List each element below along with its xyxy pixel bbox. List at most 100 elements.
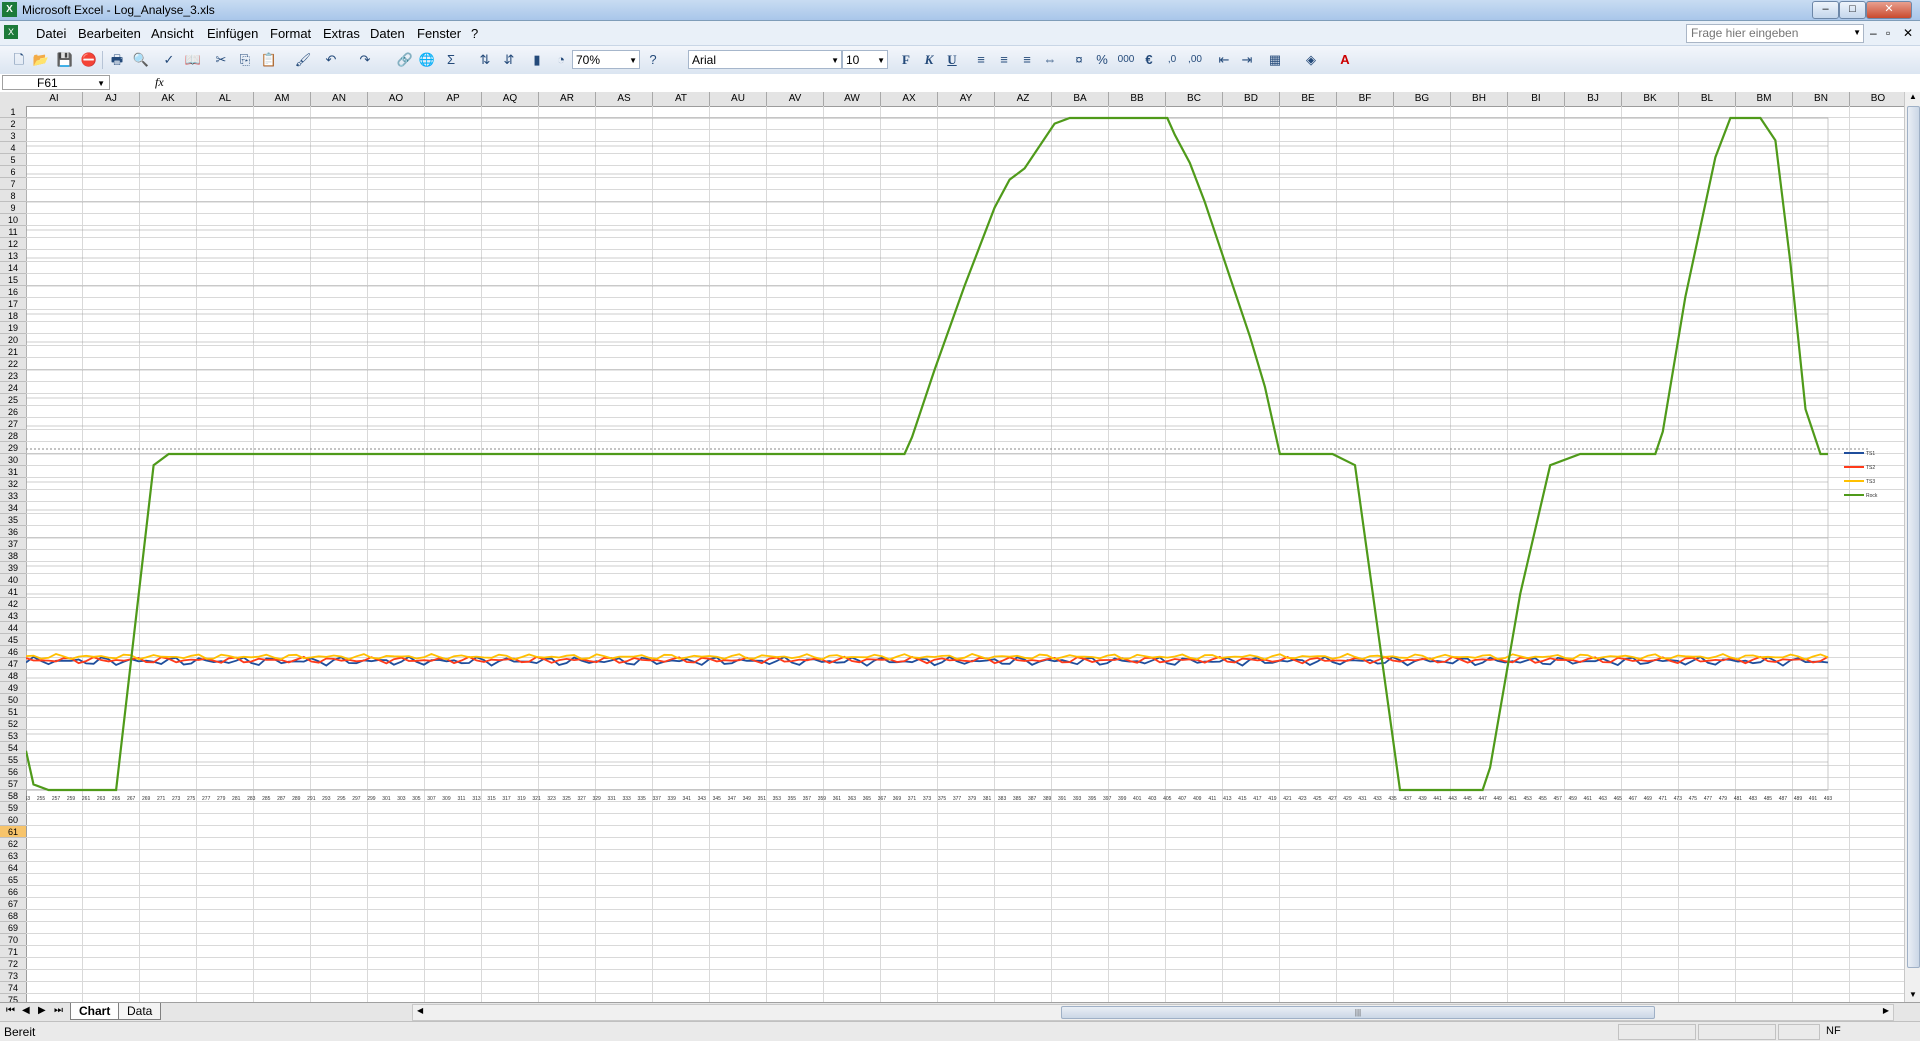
increase-indent-icon[interactable]: ⇥ <box>1238 51 1256 69</box>
scroll-down-icon[interactable]: ▼ <box>1909 990 1917 999</box>
row-header[interactable]: 73 <box>0 970 26 982</box>
scroll-up-icon[interactable]: ▲ <box>1909 92 1917 101</box>
cell-grid[interactable]: 253 255 257 259 261 263 265 267 269 271 273 275 277 2… <box>26 106 1904 1002</box>
row-header[interactable]: 33 <box>0 490 26 502</box>
vertical-scroll-thumb[interactable] <box>1907 106 1920 968</box>
row-header[interactable]: 39 <box>0 562 26 574</box>
row-header[interactable]: 45 <box>0 634 26 646</box>
row-header[interactable]: 74 <box>0 982 26 994</box>
row-header[interactable]: 63 <box>0 850 26 862</box>
row-header[interactable]: 59 <box>0 802 26 814</box>
column-header[interactable]: AS <box>596 92 653 106</box>
doc-minimize-button[interactable]: – <box>1870 26 1877 40</box>
column-header[interactable]: BA <box>1052 92 1109 106</box>
print-icon[interactable]: 🖶 <box>108 51 126 69</box>
menu-bearbeiten[interactable]: Bearbeiten <box>78 26 141 41</box>
row-header[interactable]: 35 <box>0 514 26 526</box>
row-header[interactable]: 4 <box>0 142 26 154</box>
row-header[interactable]: 6 <box>0 166 26 178</box>
row-header[interactable]: 7 <box>0 178 26 190</box>
row-header[interactable]: 3 <box>0 130 26 142</box>
row-header[interactable]: 50 <box>0 694 26 706</box>
row-header[interactable]: 32 <box>0 478 26 490</box>
chevron-down-icon[interactable]: ▼ <box>629 51 637 70</box>
column-header[interactable]: AJ <box>83 92 140 106</box>
column-header[interactable]: BB <box>1109 92 1166 106</box>
first-sheet-icon[interactable]: ⏮ <box>6 1005 15 1016</box>
column-header[interactable]: AU <box>710 92 767 106</box>
row-header[interactable]: 56 <box>0 766 26 778</box>
column-header[interactable]: AL <box>197 92 254 106</box>
row-header[interactable]: 52 <box>0 718 26 730</box>
row-header[interactable]: 1 <box>0 106 26 118</box>
align-center-icon[interactable]: ≡ <box>995 51 1013 69</box>
row-header[interactable]: 64 <box>0 862 26 874</box>
cut-icon[interactable]: ✂ <box>212 51 230 69</box>
row-header[interactable]: 26 <box>0 406 26 418</box>
print-preview-icon[interactable]: 🔍 <box>132 51 150 69</box>
help-icon[interactable]: ? <box>644 51 662 69</box>
row-header[interactable]: 67 <box>0 898 26 910</box>
row-header[interactable]: 12 <box>0 238 26 250</box>
row-header[interactable]: 55 <box>0 754 26 766</box>
row-header[interactable]: 24 <box>0 382 26 394</box>
column-header[interactable]: AI <box>26 92 83 106</box>
row-header[interactable]: 23 <box>0 370 26 382</box>
row-header[interactable]: 22 <box>0 358 26 370</box>
row-header[interactable]: 51 <box>0 706 26 718</box>
row-header[interactable]: 14 <box>0 262 26 274</box>
row-header[interactable]: 72 <box>0 958 26 970</box>
row-header[interactable]: 46 <box>0 646 26 658</box>
row-header[interactable]: 10 <box>0 214 26 226</box>
menu-help[interactable]: ? <box>471 26 478 41</box>
column-header[interactable]: AV <box>767 92 824 106</box>
row-header[interactable]: 58 <box>0 790 26 802</box>
chevron-down-icon[interactable]: ▼ <box>1853 28 1861 37</box>
row-header[interactable]: 20 <box>0 334 26 346</box>
row-header[interactable]: 57 <box>0 778 26 790</box>
decrease-decimal-icon[interactable]: ,00 <box>1186 51 1204 69</box>
name-box[interactable]: F61 ▼ <box>2 75 110 90</box>
thousands-button[interactable]: 000 <box>1117 51 1135 69</box>
next-sheet-icon[interactable]: ▶ <box>38 1005 46 1016</box>
row-header[interactable]: 40 <box>0 574 26 586</box>
underline-button[interactable]: U <box>943 51 961 69</box>
scroll-left-icon[interactable]: ◀ <box>417 1006 423 1015</box>
row-header[interactable]: 44 <box>0 622 26 634</box>
permission-icon[interactable]: ⛔ <box>80 51 98 69</box>
row-header[interactable]: 54 <box>0 742 26 754</box>
increase-decimal-icon[interactable]: ,0 <box>1163 51 1181 69</box>
row-header[interactable]: 71 <box>0 946 26 958</box>
menu-einfuegen[interactable]: Einfügen <box>207 26 258 41</box>
menu-daten[interactable]: Daten <box>370 26 405 41</box>
row-header[interactable]: 28 <box>0 430 26 442</box>
sort-ascending-icon[interactable]: ⇅ <box>476 51 494 69</box>
row-header[interactable]: 25 <box>0 394 26 406</box>
workbook-icon[interactable]: X <box>4 25 18 39</box>
row-header[interactable]: 13 <box>0 250 26 262</box>
row-header[interactable]: 70 <box>0 934 26 946</box>
column-header[interactable]: BF <box>1337 92 1394 106</box>
last-sheet-icon[interactable]: ⏭ <box>54 1005 63 1016</box>
format-painter-icon[interactable]: 🖌 <box>294 51 312 69</box>
menu-datei[interactable]: Datei <box>36 26 66 41</box>
row-header[interactable]: 18 <box>0 310 26 322</box>
help-search-input[interactable] <box>1687 25 1841 40</box>
help-search-box[interactable]: ▼ <box>1686 24 1864 43</box>
new-document-icon[interactable]: 🗋 <box>10 51 28 69</box>
row-header[interactable]: 8 <box>0 190 26 202</box>
column-header[interactable]: BJ <box>1565 92 1622 106</box>
hyperlink-icon[interactable]: 🔗 <box>396 51 414 69</box>
currency-format-icon[interactable]: ¤ <box>1070 51 1088 69</box>
horizontal-scrollbar[interactable]: ◀ ||| ▶ <box>412 1004 1894 1021</box>
borders-icon[interactable]: ▦ <box>1266 51 1284 69</box>
row-header[interactable]: 75 <box>0 994 26 1002</box>
research-icon[interactable]: 📖 <box>184 51 202 69</box>
column-header[interactable]: AO <box>368 92 425 106</box>
column-header[interactable]: AX <box>881 92 938 106</box>
column-header[interactable]: AQ <box>482 92 539 106</box>
row-header[interactable]: 65 <box>0 874 26 886</box>
spell-check-icon[interactable]: ✓ <box>160 51 178 69</box>
tab-chart[interactable]: Chart <box>70 1003 120 1020</box>
fill-color-icon[interactable]: ◈ <box>1302 51 1320 69</box>
